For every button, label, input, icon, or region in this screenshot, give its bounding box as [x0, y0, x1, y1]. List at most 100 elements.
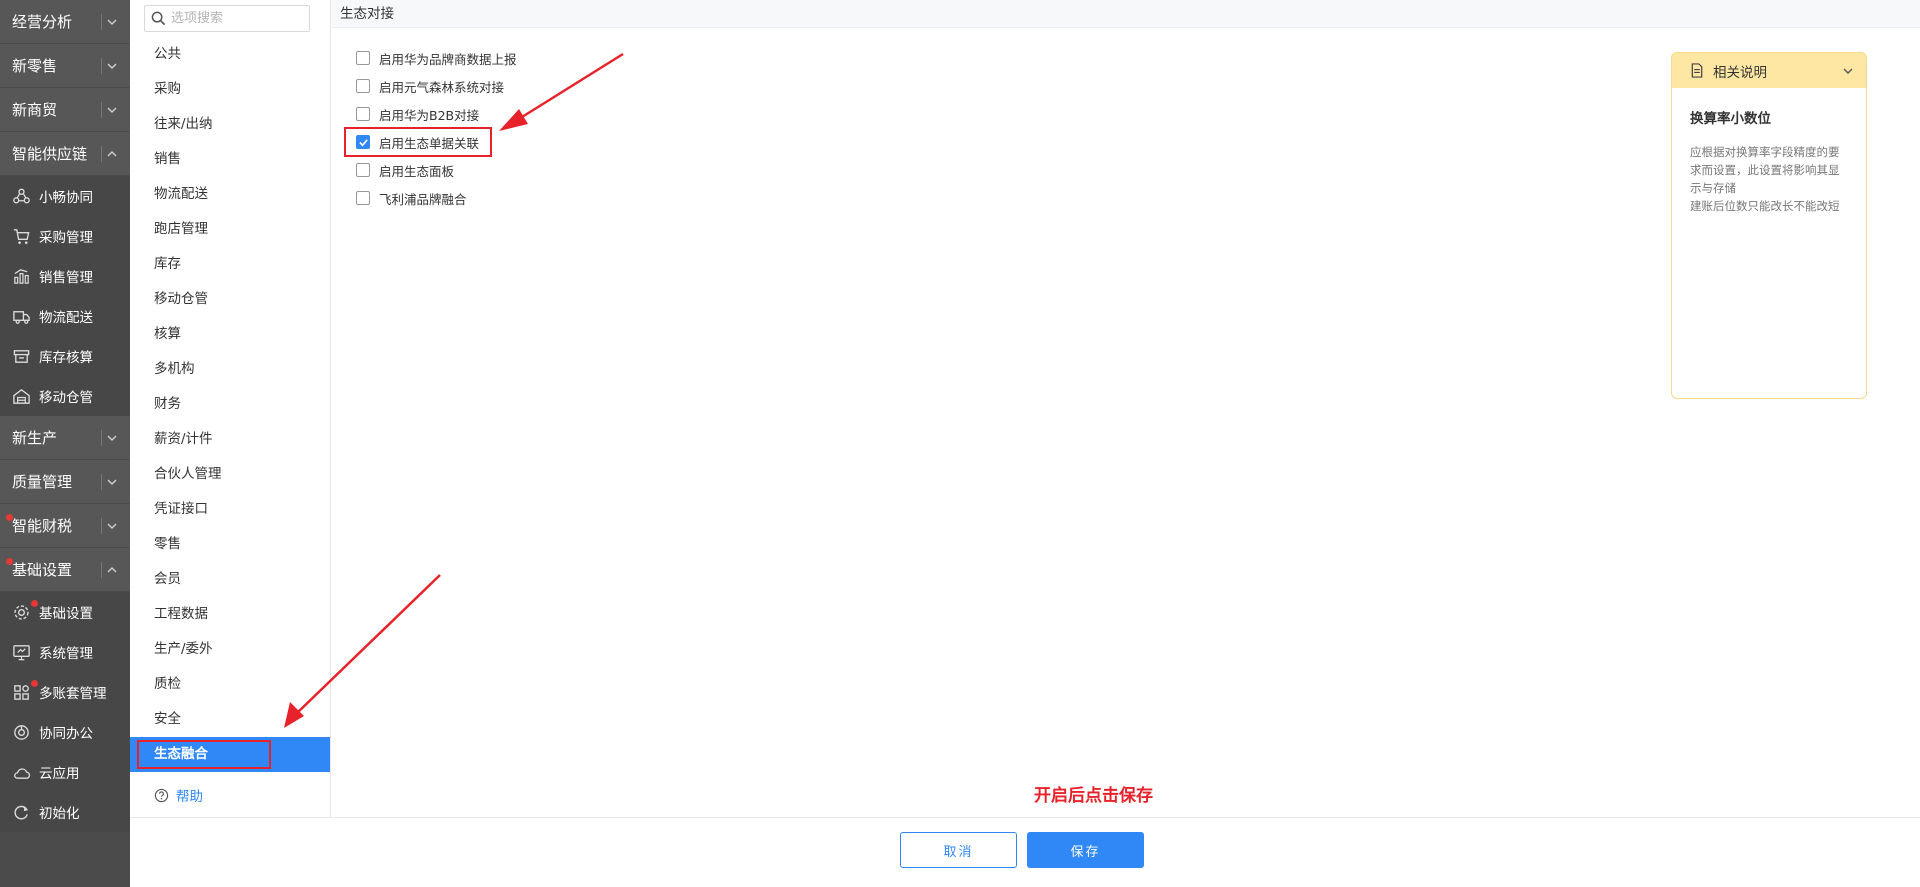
- highlight-box: [344, 127, 492, 157]
- category-item[interactable]: 多机构: [130, 352, 330, 387]
- sidebar-group-label: 质量管理: [12, 473, 73, 491]
- category-item[interactable]: 合伙人管理: [130, 457, 330, 492]
- sidebar-group[interactable]: 质量管理: [0, 460, 130, 504]
- sidebar-group-label: 基础设置: [12, 561, 73, 579]
- category-item[interactable]: 生态融合: [130, 737, 330, 772]
- option-row[interactable]: 启用华为品牌商数据上报: [356, 44, 517, 72]
- sidebar-group[interactable]: 智能财税: [0, 504, 130, 548]
- category-item[interactable]: 往来/出纳: [130, 107, 330, 142]
- category-item[interactable]: 质检: [130, 667, 330, 702]
- option-label: 启用华为B2B对接: [379, 107, 480, 123]
- notification-dot: [6, 558, 13, 565]
- checkbox[interactable]: [356, 79, 370, 93]
- option-row[interactable]: 启用华为B2B对接: [356, 100, 517, 128]
- category-item[interactable]: 生产/委外: [130, 632, 330, 667]
- search-icon: [151, 11, 166, 26]
- option-row[interactable]: 启用生态单据关联: [344, 127, 517, 157]
- sidebar-item[interactable]: 云应用: [0, 752, 130, 792]
- sidebar-item[interactable]: 移动仓管: [0, 376, 130, 416]
- category-item[interactable]: 核算: [130, 317, 330, 352]
- sidebar-item[interactable]: 基础设置: [0, 592, 130, 632]
- notification-dot: [31, 600, 38, 607]
- divider: [101, 562, 102, 578]
- save-button[interactable]: 保存: [1027, 832, 1144, 868]
- option-row[interactable]: 飞利浦品牌融合: [356, 184, 517, 212]
- category-item[interactable]: 移动仓管: [130, 282, 330, 317]
- chevron-down-icon[interactable]: [106, 16, 118, 28]
- chart-icon: [14, 268, 29, 284]
- sidebar-item[interactable]: 销售管理: [0, 256, 130, 296]
- category-item[interactable]: 会员: [130, 562, 330, 597]
- sidebar-item[interactable]: 系统管理: [0, 632, 130, 672]
- category-item[interactable]: 财务: [130, 387, 330, 422]
- checkbox[interactable]: [356, 191, 370, 205]
- sidebar-item-label: 系统管理: [39, 646, 93, 662]
- category-item[interactable]: 工程数据: [130, 597, 330, 632]
- section-title: 生态对接: [332, 0, 1920, 28]
- question-circle-icon: [154, 788, 169, 802]
- checkbox[interactable]: [356, 163, 370, 177]
- category-item[interactable]: 零售: [130, 527, 330, 562]
- chevron-down-icon[interactable]: [106, 104, 118, 116]
- category-item[interactable]: 薪资/计件: [130, 422, 330, 457]
- sidebar-item[interactable]: 小畅协同: [0, 176, 130, 216]
- checkbox[interactable]: [356, 51, 370, 65]
- chevron-down-icon[interactable]: [106, 520, 118, 532]
- checkbox[interactable]: [356, 107, 370, 121]
- sidebar-group[interactable]: 智能供应链: [0, 132, 130, 176]
- category-item[interactable]: 安全: [130, 702, 330, 737]
- chevron-up-icon[interactable]: [106, 564, 118, 576]
- sidebar-group[interactable]: 经营分析: [0, 0, 130, 44]
- sidebar-group-label: 新商贸: [12, 101, 58, 119]
- search-input[interactable]: [171, 11, 301, 26]
- chevron-down-icon[interactable]: [106, 432, 118, 444]
- option-row[interactable]: 启用元气森林系统对接: [356, 72, 517, 100]
- category-item[interactable]: 跑店管理: [130, 212, 330, 247]
- sidebar-group-label: 新生产: [12, 429, 58, 447]
- category-item[interactable]: 凭证接口: [130, 492, 330, 527]
- sidebar-group-label: 智能供应链: [12, 145, 88, 163]
- info-card-header[interactable]: 相关说明: [1672, 53, 1866, 88]
- category-label: 生产/委外: [154, 641, 213, 657]
- category-item[interactable]: 销售: [130, 142, 330, 177]
- sidebar-item-label: 初始化: [39, 806, 80, 822]
- sidebar-group[interactable]: 基础设置: [0, 548, 130, 592]
- sidebar-item-label: 物流配送: [39, 310, 93, 326]
- chevron-down-icon[interactable]: [106, 476, 118, 488]
- category-item[interactable]: 库存: [130, 247, 330, 282]
- options-list: 启用华为品牌商数据上报 启用元气森林系统对接启用华为B2B对接启用生态单据关联 启用…: [344, 44, 517, 212]
- category-label: 薪资/计件: [154, 431, 213, 447]
- info-card-title: 相关说明: [1713, 64, 1767, 81]
- sidebar-group[interactable]: 新零售: [0, 44, 130, 88]
- info-text-line: 应根据对换算率字段精度的要求而设置，此设置将影响其显示与存储: [1690, 145, 1840, 195]
- option-row[interactable]: 启用生态面板: [356, 156, 517, 184]
- sidebar-item-label: 移动仓管: [39, 390, 93, 406]
- sidebar-item[interactable]: 初始化: [0, 792, 130, 832]
- category-item[interactable]: 物流配送: [130, 177, 330, 212]
- sidebar-item[interactable]: 库存核算: [0, 336, 130, 376]
- chevron-up-icon[interactable]: [106, 148, 118, 160]
- sidebar-item[interactable]: 采购管理: [0, 216, 130, 256]
- sidebar-nav: 经营分析新零售新商贸智能供应链小畅协同 采购管理销售管理物流配送库存核算移动仓管新…: [0, 0, 130, 887]
- category-search[interactable]: [144, 5, 310, 32]
- info-card-text: 应根据对换算率字段精度的要求而设置，此设置将影响其显示与存储 建账后位数只能改长…: [1672, 127, 1866, 215]
- sidebar-group-label: 经营分析: [12, 13, 73, 31]
- divider: [101, 518, 102, 534]
- sidebar-group[interactable]: 新生产: [0, 416, 130, 460]
- cancel-button[interactable]: 取消: [900, 832, 1017, 868]
- divider: [101, 430, 102, 446]
- help-link[interactable]: 帮助: [154, 785, 203, 805]
- sidebar-item-label: 多账套管理: [39, 686, 107, 702]
- category-item[interactable]: 采购: [130, 72, 330, 107]
- sidebar-item[interactable]: 物流配送: [0, 296, 130, 336]
- category-item[interactable]: 公共: [130, 37, 330, 72]
- sidebar-item[interactable]: 多账套管理: [0, 672, 130, 712]
- sidebar-item[interactable]: 协同办公: [0, 712, 130, 752]
- category-label: 采购: [154, 81, 181, 97]
- sidebar-group-label: 智能财税: [12, 517, 73, 535]
- chevron-down-icon[interactable]: [106, 60, 118, 72]
- chevron-down-icon[interactable]: [1842, 65, 1854, 77]
- sidebar-item-label: 销售管理: [39, 270, 93, 286]
- sidebar-group[interactable]: 新商贸: [0, 88, 130, 132]
- category-label: 销售: [154, 151, 181, 167]
